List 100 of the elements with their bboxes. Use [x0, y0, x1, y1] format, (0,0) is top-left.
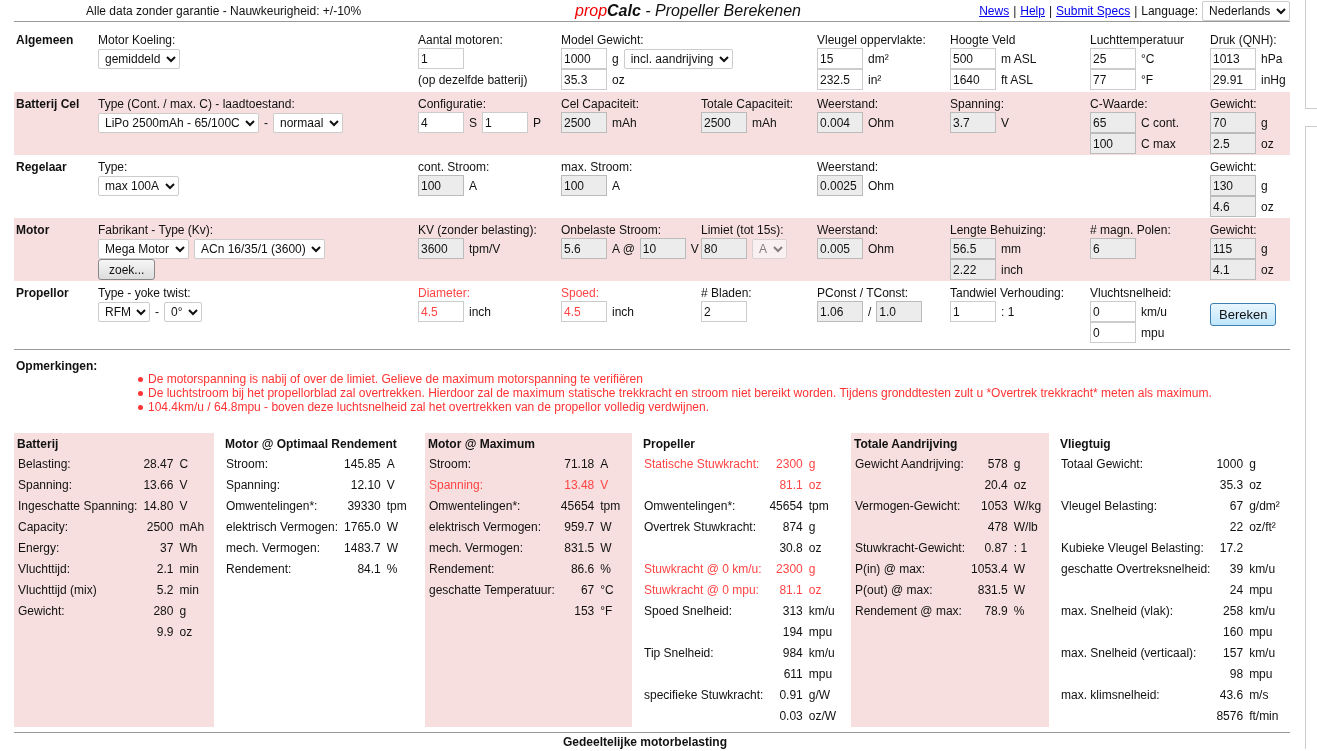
nav-link[interactable]: Submit Specs	[1056, 3, 1131, 18]
input-field[interactable]: 6	[1090, 238, 1136, 259]
result-value: 984	[781, 645, 803, 662]
input-field[interactable]: 29.91	[1210, 69, 1256, 90]
result-label: Capacity:	[18, 519, 70, 536]
input-field[interactable]: 0.005	[817, 238, 863, 259]
unit-label: g	[1261, 115, 1268, 130]
input-field[interactable]: 1	[418, 48, 464, 69]
input-field[interactable]: 0.0025	[817, 175, 863, 196]
unit-label: hPa	[1261, 51, 1283, 66]
input-field[interactable]: 1640	[950, 69, 996, 90]
dropdown[interactable]: max 100A	[98, 175, 179, 196]
input-field[interactable]: 4.6	[1210, 196, 1256, 217]
input-field[interactable]: 56.5	[950, 238, 996, 259]
input-field[interactable]: 1.06	[817, 301, 863, 322]
input-field[interactable]: 10	[639, 238, 686, 259]
result-unit: g	[808, 519, 817, 536]
result-unit: W	[600, 519, 613, 536]
input-field[interactable]: 232.5	[817, 69, 863, 90]
result-label: Vluchttijd:	[18, 561, 72, 578]
input-field[interactable]: 2.22	[950, 259, 996, 280]
unit-label: P	[533, 115, 542, 130]
dropdown[interactable]: 0°	[164, 301, 202, 322]
input-field[interactable]: 2	[701, 301, 747, 322]
dropdown[interactable]: incl. aandrijving	[623, 48, 733, 69]
result-label: Ingeschatte Spanning:	[18, 498, 138, 515]
input-field[interactable]: 0	[1090, 301, 1136, 322]
result-label: geschatte Temperatuur:	[429, 582, 555, 599]
result-unit: V	[179, 498, 189, 515]
input-field[interactable]: 0.004	[817, 112, 863, 133]
input-field[interactable]: 2.5	[1210, 133, 1256, 154]
unit-label: C max	[1141, 136, 1176, 151]
unit-label: A	[469, 178, 477, 193]
result-value: 98	[1228, 666, 1244, 683]
input-field[interactable]: 77	[1090, 69, 1136, 90]
input-field[interactable]: 1013	[1210, 48, 1256, 69]
input-field[interactable]: 2500	[561, 112, 607, 133]
unit-label: °F	[1141, 72, 1154, 87]
unit-label: g	[1261, 241, 1268, 256]
result-value: 280	[152, 603, 174, 620]
input-field[interactable]: 115	[1210, 238, 1256, 259]
result-unit: km/u	[1249, 645, 1277, 662]
dropdown[interactable]: normaal	[273, 112, 343, 133]
input-field[interactable]: 2500	[701, 112, 747, 133]
language-dropdown[interactable]: Nederlands	[1202, 0, 1290, 21]
result-value: 86.6	[569, 561, 595, 578]
dropdown[interactable]: gemiddeld	[98, 48, 180, 69]
result-value: 478	[986, 519, 1008, 536]
field-label: Aantal motoren:	[418, 33, 503, 47]
dropdown[interactable]: ACn 16/35/1 (3600)	[194, 238, 325, 259]
input-field[interactable]: 100	[561, 175, 607, 196]
result-unit: A	[600, 456, 610, 473]
input-field[interactable]: 5.6	[561, 238, 607, 259]
input-field[interactable]: 4	[418, 112, 464, 133]
input-field[interactable]: 25	[1090, 48, 1136, 69]
unit-label: oz	[1261, 199, 1274, 214]
result-value: 37	[159, 540, 174, 557]
input-field[interactable]: 1.0	[876, 301, 923, 322]
field-label: Druk (QNH):	[1210, 33, 1277, 47]
input-field[interactable]: 3.7	[950, 112, 996, 133]
input-field[interactable]: 15	[817, 48, 863, 69]
dropdown[interactable]: Mega Motor	[98, 238, 189, 259]
result-label: Gewicht Aandrijving:	[855, 456, 965, 473]
section-title: Algemeen	[15, 33, 75, 47]
input-field[interactable]: 1	[482, 112, 528, 133]
unit-label: ft ASL	[1001, 72, 1034, 87]
nav-link[interactable]: Help	[1020, 3, 1045, 18]
input-field[interactable]: 130	[1210, 175, 1256, 196]
result-label: Stuwkracht @ 0 km/u:	[644, 561, 763, 578]
unit-label: m ASL	[1001, 51, 1037, 66]
section-title: Batterij Cel	[15, 97, 81, 111]
result-label: specifieke Stuwkracht:	[644, 687, 764, 704]
input-field[interactable]: 500	[950, 48, 996, 69]
input-field[interactable]: 70	[1210, 112, 1256, 133]
input-field[interactable]: 100	[1090, 133, 1136, 154]
dropdown[interactable]: LiPo 2500mAh - 65/100C	[98, 112, 259, 133]
input-field[interactable]: 4.1	[1210, 259, 1256, 280]
result-unit: g	[179, 603, 188, 620]
input-field[interactable]: 80	[701, 238, 747, 259]
result-unit: oz	[1249, 477, 1263, 494]
search-button[interactable]: zoek...	[98, 259, 156, 280]
input-field[interactable]: 35.3	[561, 69, 607, 90]
result-label: Spanning:	[18, 477, 74, 494]
result-unit: km/u	[808, 645, 836, 662]
input-field[interactable]: 3600	[418, 238, 464, 259]
result-value: 0.87	[983, 540, 1008, 557]
result-value: 17.2	[1218, 540, 1244, 557]
result-value: 258	[1222, 603, 1244, 620]
result-label: Stuwkracht @ 0 mpu:	[644, 582, 760, 599]
nav-link[interactable]: News	[979, 3, 1010, 18]
calculate-button[interactable]: Bereken	[1210, 303, 1277, 326]
dropdown[interactable]: RFM	[98, 301, 150, 322]
input-field[interactable]: 100	[418, 175, 464, 196]
input-field[interactable]: 1000	[561, 48, 607, 69]
field-label: Type:	[98, 160, 128, 174]
unit-label: Ohm	[868, 115, 894, 130]
input-field[interactable]: 1	[950, 301, 996, 322]
input-field[interactable]: 65	[1090, 112, 1136, 133]
result-value: 153	[573, 603, 595, 620]
input-field[interactable]: 0	[1090, 322, 1136, 343]
